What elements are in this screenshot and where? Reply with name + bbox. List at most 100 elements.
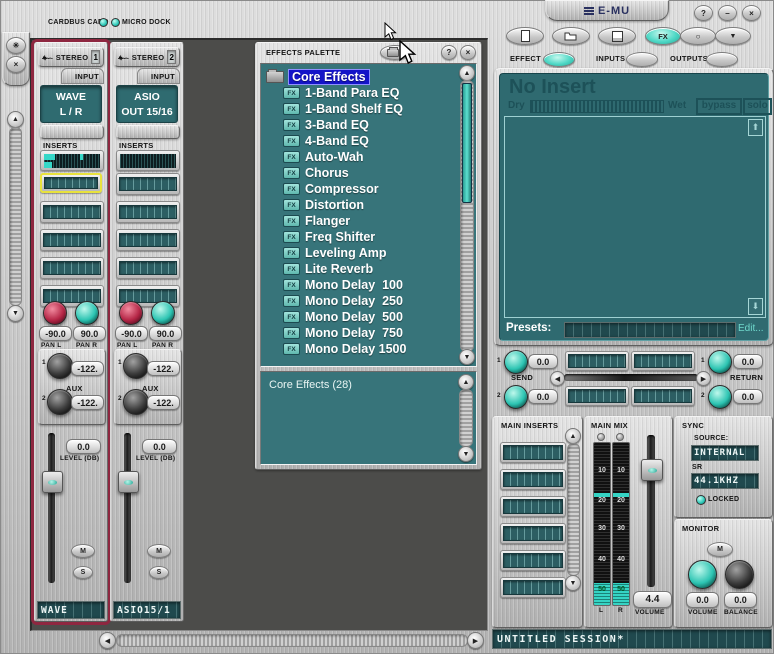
presets-edit-link[interactable]: Edit... bbox=[738, 323, 764, 334]
palette-scroll-down[interactable]: ▼ bbox=[459, 349, 475, 365]
mixer-scroll-right[interactable]: ▶ bbox=[467, 632, 484, 649]
insert-slot[interactable] bbox=[40, 229, 104, 251]
send2-knob[interactable] bbox=[504, 385, 528, 409]
effect-item[interactable]: FX Freq Shifter bbox=[266, 229, 476, 245]
main-inserts-scroll-down[interactable]: ▼ bbox=[565, 575, 581, 591]
insert-slot[interactable] bbox=[116, 257, 180, 279]
mixer-scroll-down[interactable]: ▼ bbox=[7, 305, 24, 322]
effect-tab-button[interactable] bbox=[543, 52, 575, 67]
palette-close-button[interactable]: × bbox=[460, 45, 476, 60]
send-insert-slot[interactable] bbox=[565, 351, 629, 371]
strip-input-display[interactable]: ASIO OUT 15/16 bbox=[116, 85, 178, 123]
scribble-strip[interactable]: ASIO15/1 bbox=[113, 601, 181, 619]
aux2-knob[interactable] bbox=[47, 389, 73, 415]
mixer-horizontal-scrollbar[interactable] bbox=[116, 634, 468, 647]
effect-item[interactable]: FX Mono Delay 250 bbox=[266, 293, 476, 309]
sync-source-display[interactable]: INTERNAL bbox=[691, 445, 759, 461]
effect-item[interactable]: FX 4-Band EQ bbox=[266, 133, 476, 149]
info-scroll-down[interactable]: ▼ bbox=[458, 446, 474, 462]
aux1-knob[interactable] bbox=[123, 353, 149, 379]
effects-root-item[interactable]: Core Effects bbox=[266, 69, 476, 85]
effect-item[interactable]: FX 1-Band Shelf EQ bbox=[266, 101, 476, 117]
insert-slot[interactable] bbox=[40, 257, 104, 279]
level-fader-track[interactable] bbox=[124, 433, 131, 583]
new-folder-button[interactable]: + bbox=[380, 45, 410, 60]
open-session-button[interactable] bbox=[552, 27, 590, 45]
palette-titlebar[interactable]: EFFECTS PALETTE + ? × bbox=[256, 43, 481, 62]
send-scroll-right[interactable]: ▶ bbox=[696, 371, 711, 386]
effect-item[interactable]: FX Flanger bbox=[266, 213, 476, 229]
inputs-tab-button[interactable] bbox=[626, 52, 658, 67]
main-inserts-scroll-up[interactable]: ▲ bbox=[565, 428, 581, 444]
monitor-volume-knob[interactable] bbox=[688, 560, 717, 589]
io-button[interactable]: ○ bbox=[680, 27, 716, 45]
pan-right-knob[interactable] bbox=[75, 301, 99, 325]
info-scroll-up[interactable]: ▲ bbox=[458, 374, 474, 390]
pan-left-knob[interactable] bbox=[43, 301, 67, 325]
return2-knob[interactable] bbox=[708, 385, 732, 409]
fx-palette-button[interactable]: FX bbox=[645, 27, 681, 45]
effect-item[interactable]: FX Chorus bbox=[266, 165, 476, 181]
effect-item[interactable]: FX Mono Delay 100 bbox=[266, 277, 476, 293]
main-insert-slot[interactable] bbox=[500, 550, 566, 571]
insert-slot[interactable] bbox=[116, 173, 180, 195]
palette-scroll-up[interactable]: ▲ bbox=[459, 65, 475, 81]
effect-item[interactable]: FX Mono Delay 1500 bbox=[266, 341, 476, 357]
main-inserts-scrollbar[interactable] bbox=[567, 443, 580, 576]
insert-slot[interactable] bbox=[40, 173, 102, 193]
main-insert-slot[interactable] bbox=[500, 577, 566, 598]
aux2-knob[interactable] bbox=[123, 389, 149, 415]
strip-blank-button[interactable] bbox=[116, 125, 180, 139]
send-scroll-left[interactable]: ◀ bbox=[550, 371, 565, 386]
save-session-button[interactable] bbox=[598, 27, 636, 45]
mute-button[interactable]: M bbox=[147, 544, 171, 558]
effect-item[interactable]: FX Compressor bbox=[266, 181, 476, 197]
effect-item[interactable]: FX Auto-Wah bbox=[266, 149, 476, 165]
chain-scroll-down[interactable]: ⬇ bbox=[748, 298, 763, 315]
send1-knob[interactable] bbox=[504, 350, 528, 374]
palette-scrollbar[interactable] bbox=[460, 80, 474, 352]
effect-item[interactable]: FX Mono Delay 500 bbox=[266, 309, 476, 325]
level-fader-thumb[interactable] bbox=[118, 471, 139, 493]
effect-item[interactable]: FX Leveling Amp bbox=[266, 245, 476, 261]
mixer-strip-2[interactable]: STEREO 2 INPUT ASIO OUT 15/16 INSERTS -9… bbox=[110, 42, 184, 622]
effect-item[interactable]: FX 1-Band Para EQ bbox=[266, 85, 476, 101]
mixer-vertical-scrollbar[interactable] bbox=[9, 127, 22, 306]
return1-knob[interactable] bbox=[708, 350, 732, 374]
strip-type-button[interactable]: STEREO 2 bbox=[114, 47, 180, 67]
effects-palette-window[interactable]: EFFECTS PALETTE + ? × Core Effects FX 1-… bbox=[255, 42, 482, 470]
strip-type-button[interactable]: STEREO 1 bbox=[38, 47, 104, 67]
solo-button[interactable]: S bbox=[73, 566, 93, 579]
strip-input-display[interactable]: WAVE L / R bbox=[40, 85, 102, 123]
effect-item[interactable]: FX Mono Delay 750 bbox=[266, 325, 476, 341]
monitor-mute-button[interactable]: M bbox=[707, 542, 733, 557]
palette-scrollbar-thumb[interactable] bbox=[462, 83, 472, 203]
level-fader-track[interactable] bbox=[48, 433, 55, 583]
monitor-balance-knob[interactable] bbox=[725, 560, 754, 589]
presets-display[interactable] bbox=[564, 322, 736, 338]
dry-wet-slider[interactable] bbox=[530, 100, 664, 113]
effect-item[interactable]: FX Lite Reverb bbox=[266, 261, 476, 277]
main-insert-slot[interactable] bbox=[500, 496, 566, 517]
aux1-knob[interactable] bbox=[47, 353, 73, 379]
pan-left-knob[interactable] bbox=[119, 301, 143, 325]
mixer-strip-1[interactable]: STEREO 1 INPUT WAVE L / R INSERTS -90.0 … bbox=[34, 42, 108, 622]
scribble-strip[interactable]: WAVE bbox=[37, 601, 105, 619]
insert-slot[interactable] bbox=[40, 201, 104, 223]
main-fader-thumb[interactable] bbox=[641, 459, 663, 481]
info-scrollbar[interactable] bbox=[459, 389, 473, 447]
mixer-scroll-left[interactable]: ◀ bbox=[99, 632, 116, 649]
solo-button[interactable]: S bbox=[149, 566, 169, 579]
delete-strip-button[interactable]: × bbox=[6, 56, 26, 73]
minimize-button[interactable]: – bbox=[718, 5, 737, 21]
main-insert-slot[interactable] bbox=[500, 523, 566, 544]
main-insert-slot[interactable] bbox=[500, 469, 566, 490]
send-insert-slot[interactable] bbox=[565, 386, 629, 406]
effect-item[interactable]: FX Distortion bbox=[266, 197, 476, 213]
new-session-button[interactable] bbox=[506, 27, 544, 45]
mixer-scroll-up[interactable]: ▲ bbox=[7, 111, 24, 128]
main-fader-track[interactable] bbox=[647, 435, 655, 587]
insert-slot[interactable] bbox=[116, 229, 180, 251]
session-menu-button[interactable]: ▼ bbox=[715, 27, 751, 45]
help-button[interactable]: ? bbox=[694, 5, 713, 21]
